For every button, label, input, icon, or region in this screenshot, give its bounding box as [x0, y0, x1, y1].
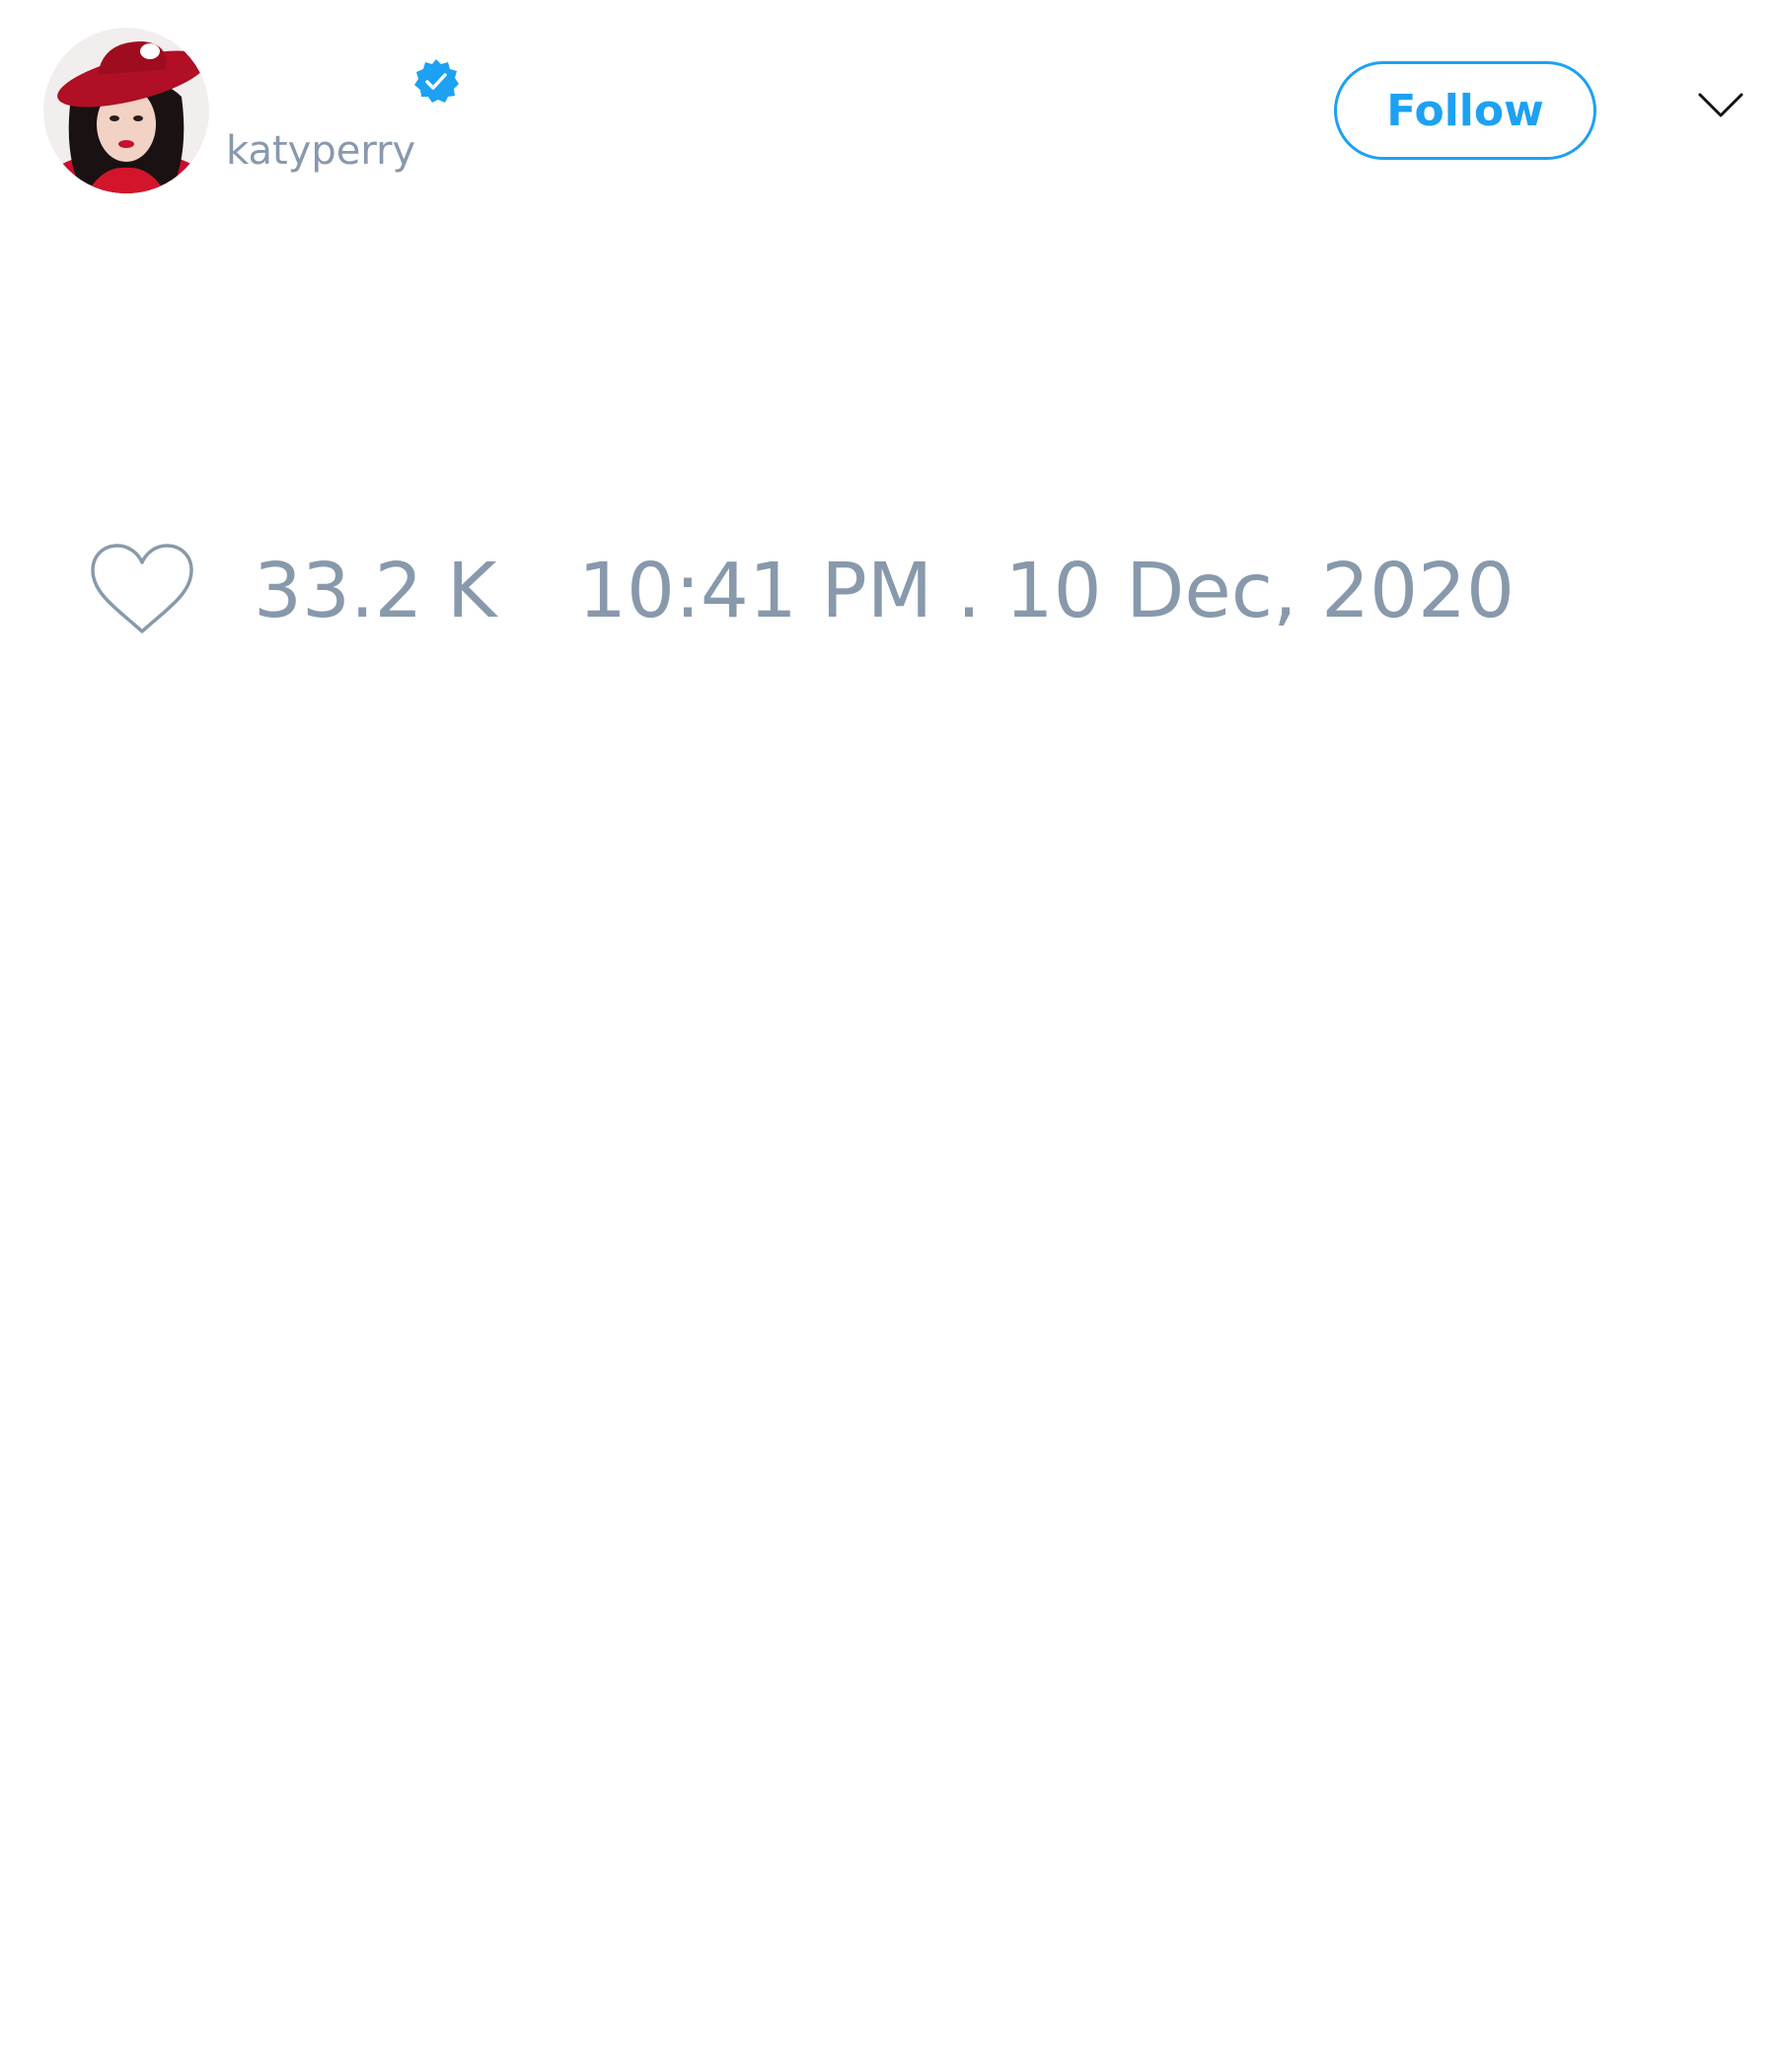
- heart-icon[interactable]: [89, 543, 195, 637]
- follow-button[interactable]: Follow: [1334, 61, 1596, 160]
- verified-badge-icon: [414, 59, 459, 103]
- avatar-image: [43, 28, 209, 193]
- tweet-timestamp[interactable]: 10:41 PM . 10 Dec, 2020: [578, 548, 1515, 636]
- chevron-down-icon[interactable]: [1697, 91, 1744, 120]
- author-handle[interactable]: katyperry: [226, 126, 415, 176]
- like-count: 33.2 K: [254, 548, 497, 635]
- avatar[interactable]: [43, 28, 209, 193]
